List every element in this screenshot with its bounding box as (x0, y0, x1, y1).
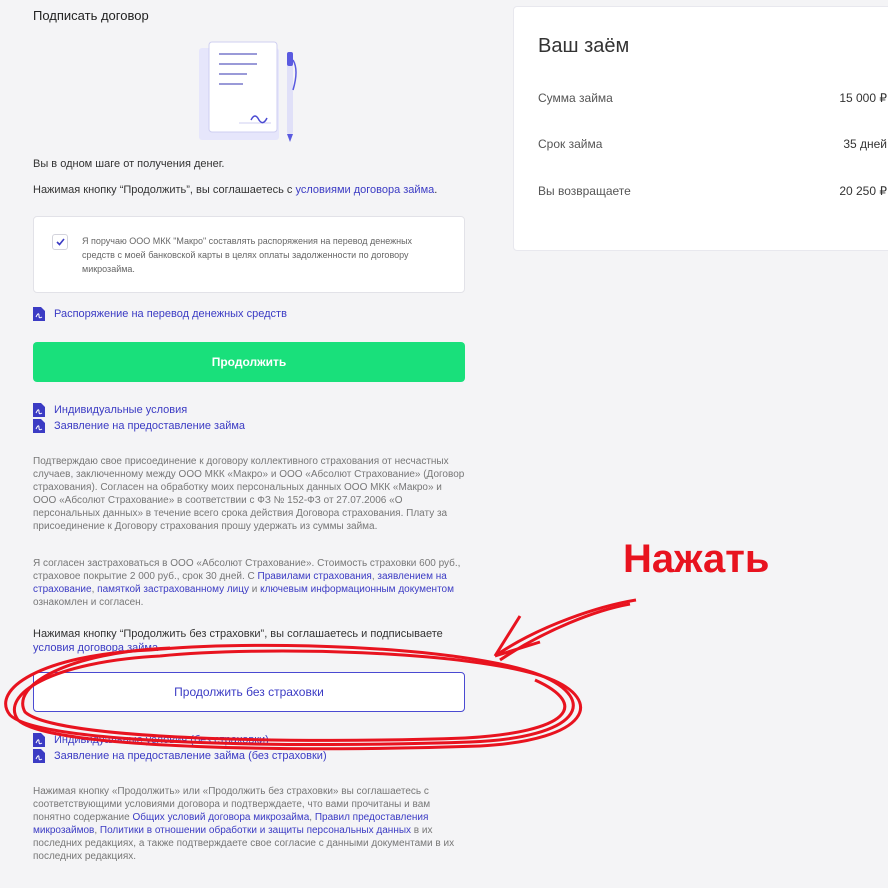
insurance-p2-end: ознакомлен и согласен. (33, 597, 144, 608)
agreement-box: Я поручаю ООО МКК "Макро" составлять рас… (33, 216, 465, 293)
insured-memo-link[interactable]: памяткой застрахованному лицу (97, 584, 249, 595)
loan-terms-link[interactable]: условиями договора займа (295, 184, 434, 196)
pdf-icon (33, 403, 45, 417)
loan-application-label: Заявление на предоставление займа (54, 420, 246, 432)
pdf-icon (33, 307, 45, 321)
footer-disclaimer: Нажимая кнопку «Продолжить» или «Продолж… (33, 785, 465, 863)
page-title: Подписать договор (33, 8, 149, 23)
agreement-text: Я поручаю ООО МКК "Макро" составлять рас… (82, 236, 413, 274)
loan-card-title: Ваш заём (538, 35, 630, 57)
no-insurance-terms-link[interactable]: условия договора займа (33, 642, 158, 654)
contract-illustration (199, 38, 299, 144)
privacy-policy-link[interactable]: Политики в отношении обработки и защиты … (100, 825, 411, 836)
consent-suffix: . (434, 184, 438, 196)
consent-text: Нажимая кнопку “Продолжить”, вы соглашае… (33, 183, 437, 197)
document-sign-icon (199, 41, 297, 142)
checkmark-icon (56, 238, 65, 246)
agreement-checkbox[interactable] (52, 234, 68, 250)
loan-application-link[interactable]: Заявление на предоставление займа (33, 419, 245, 433)
insurance-sep-3: и (249, 584, 261, 595)
loan-application-no-insurance-label: Заявление на предоставление займа (без с… (54, 750, 327, 762)
transfer-order-link[interactable]: Распоряжение на перевод денежных средств (33, 307, 287, 321)
loan-application-no-insurance-link[interactable]: Заявление на предоставление займа (без с… (33, 749, 327, 763)
general-terms-link[interactable]: Общих условий договора микрозайма (132, 812, 309, 823)
individual-terms-no-insurance-label: Индивидуальные условия (без страховки) (54, 734, 269, 746)
insurance-paragraph-2: Я согласен застраховаться в ООО «Абсолют… (33, 557, 465, 609)
loan-amount-value: 15 000 ₽ (839, 91, 887, 105)
repayment-value: 20 250 ₽ (839, 184, 887, 198)
loan-summary-card: Ваш заём Сумма займа 15 000 ₽ Срок займа… (513, 6, 888, 251)
individual-terms-no-insurance-link[interactable]: Индивидуальные условия (без страховки) (33, 733, 269, 747)
individual-terms-link[interactable]: Индивидуальные условия (33, 403, 187, 417)
no-insurance-prefix: Нажимая кнопку “Продолжить без страховки… (33, 628, 443, 640)
arrow-icon (493, 598, 637, 662)
loan-term-value: 35 дней (843, 137, 887, 151)
repayment-label: Вы возвращаете (538, 184, 631, 198)
pdf-icon (33, 419, 45, 433)
insurance-rules-link[interactable]: Правилами страхования (258, 571, 372, 582)
no-insurance-consent: Нажимая кнопку “Продолжить без страховки… (33, 627, 465, 655)
key-info-doc-link[interactable]: ключевым информационным документом (260, 584, 454, 595)
loan-amount-label: Сумма займа (538, 91, 613, 105)
continue-button[interactable]: Продолжить (33, 342, 465, 382)
individual-terms-label: Индивидуальные условия (54, 404, 188, 416)
pdf-icon (33, 749, 45, 763)
loan-term-label: Срок займа (538, 137, 603, 151)
consent-prefix: Нажимая кнопку “Продолжить”, вы соглашае… (33, 184, 296, 196)
pdf-icon (33, 733, 45, 747)
transfer-order-label: Распоряжение на перевод денежных средств (54, 308, 287, 320)
press-annotation: Нажать (623, 537, 770, 581)
insurance-paragraph-1: Подтверждаю свое присоединение к договор… (33, 456, 465, 532)
one-step-text: Вы в одном шаге от получения денег. (33, 158, 225, 170)
continue-without-insurance-button[interactable]: Продолжить без страховки (33, 672, 465, 712)
